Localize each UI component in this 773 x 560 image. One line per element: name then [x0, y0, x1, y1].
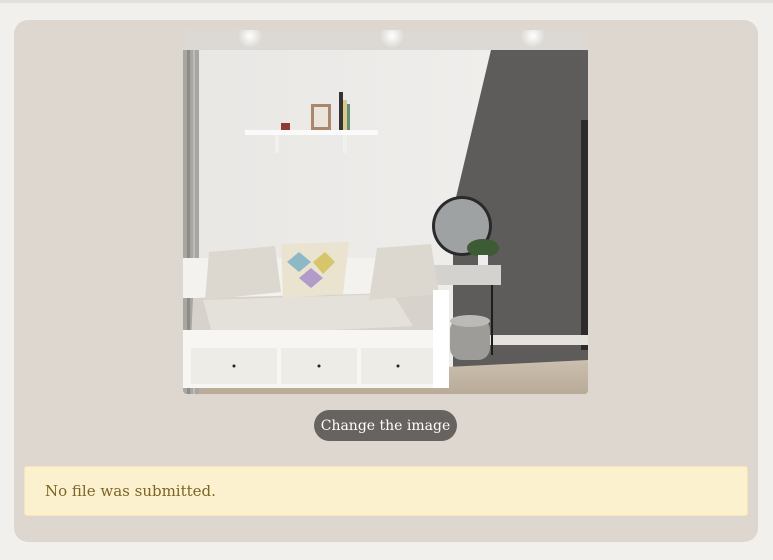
no-file-alert: No file was submitted. [24, 466, 748, 516]
top-divider [0, 0, 773, 3]
change-image-button[interactable]: Change the image [314, 410, 457, 441]
preview-image [183, 30, 588, 394]
alert-message: No file was submitted. [45, 482, 216, 500]
upload-card: Change the image No file was submitted. [14, 20, 758, 542]
